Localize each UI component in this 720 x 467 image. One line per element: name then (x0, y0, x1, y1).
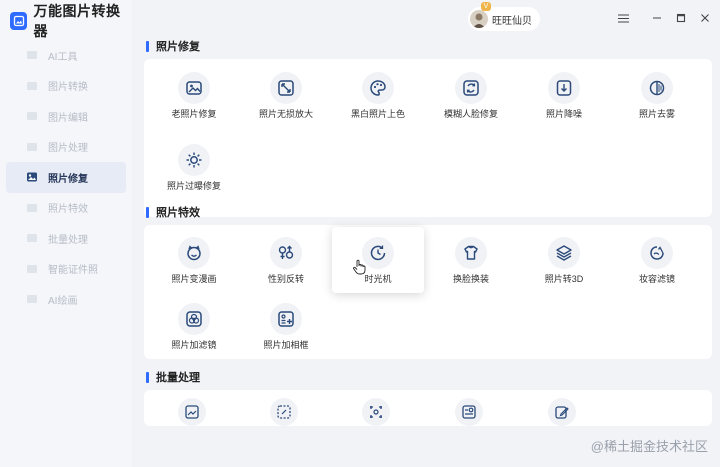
sidebar-item-label: 图片处理 (48, 143, 88, 155)
sidebar-item-id-photo[interactable]: 智能证件照 (6, 254, 126, 285)
sidebar-item-label: 图片编辑 (48, 112, 88, 124)
title-bar: 旺旺仙贝 V (132, 0, 720, 36)
section-title-photo-effects: 照片特效 (146, 204, 200, 220)
batch-icon (26, 232, 38, 244)
makeup-icon (641, 237, 673, 269)
user-profile-button[interactable]: 旺旺仙贝 (468, 7, 540, 31)
sidebar-item-label: 智能证件照 (48, 265, 98, 277)
sidebar-item-batch[interactable]: 批量处理 (6, 223, 126, 254)
app-logo-icon (10, 12, 28, 30)
sidebar-item-label: AI工具 (48, 51, 78, 63)
sidebar-item-label: 照片修复 (48, 173, 88, 185)
sidebar-item-image-process[interactable]: 图片处理 (6, 132, 126, 163)
tool-dehaze[interactable]: 照片去雾 (611, 62, 703, 128)
tool-lossless-upscale[interactable]: 照片无损放大 (240, 62, 332, 128)
sidebar-item-label: 照片特效 (48, 204, 88, 216)
tool-gender-swap[interactable]: 性别反转 (240, 227, 332, 293)
batch-edit-icon[interactable] (548, 398, 576, 426)
sidebar-item-label: 批量处理 (48, 234, 88, 246)
tool-photo-to-cartoon[interactable]: 照片变漫画 (148, 227, 240, 293)
dehaze-icon (641, 72, 673, 104)
section-title-photo-repair: 照片修复 (146, 38, 200, 54)
sidebar-item-photo-effects[interactable]: 照片特效 (6, 193, 126, 224)
clock-icon (362, 237, 394, 269)
sidebar-item-image-edit[interactable]: 图片编辑 (6, 101, 126, 132)
photo-repair-panel: 老照片修复 照片无损放大 黑白照片上色 模糊人脸修复 照片降噪 照片去雾 照片过… (144, 59, 712, 217)
section-title-batch: 批量处理 (146, 369, 200, 385)
sidebar-item-ai-paint[interactable]: AI绘画 (6, 284, 126, 315)
tool-face-outfit-swap[interactable]: 换脸换装 (425, 227, 517, 293)
frame-icon (270, 303, 302, 335)
gender-icon (270, 237, 302, 269)
tool-photo-filter[interactable]: 照片加滤镜 (148, 293, 240, 359)
image-process-icon (26, 141, 38, 153)
tool-old-photo-repair[interactable]: 老照片修复 (148, 62, 240, 128)
tool-colorize[interactable]: 黑白照片上色 (332, 62, 424, 128)
maximize-icon[interactable] (674, 11, 688, 25)
tool-face-restore[interactable]: 模糊人脸修复 (425, 62, 517, 128)
tool-time-machine[interactable]: 时光机 (332, 227, 424, 293)
sidebar-item-label: 图片转换 (48, 82, 88, 94)
sidebar: 万能图片转换器 AI工具 图片转换 图片编辑 图片处理 照片修复 照片特效 批量… (0, 0, 132, 467)
hand-cursor-icon (353, 259, 366, 275)
photo-repair-icon (26, 171, 38, 183)
vip-badge: V (481, 2, 491, 11)
exposure-icon (178, 144, 210, 176)
photo-effects-panel: 照片变漫画 性别反转 时光机 换脸换装 照片转3D 妆容滤镜 照片加滤镜 照片加… (144, 225, 712, 359)
app-title: 万能图片转换器 (10, 3, 132, 39)
watermark: @稀土掘金技术社区 (590, 439, 708, 454)
id-photo-icon (26, 263, 38, 275)
outfit-icon (455, 237, 487, 269)
batch-panel (144, 390, 712, 426)
tool-photo-to-3d[interactable]: 照片转3D (518, 227, 610, 293)
sidebar-nav: AI工具 图片转换 图片编辑 图片处理 照片修复 照片特效 批量处理 智能证件照… (6, 40, 126, 315)
tool-denoise[interactable]: 照片降噪 (518, 62, 610, 128)
ai-paint-icon (26, 293, 38, 305)
avatar (470, 10, 488, 28)
batch-crop-icon[interactable] (362, 398, 390, 426)
photo-effects-icon (26, 202, 38, 214)
image-edit-icon (26, 110, 38, 122)
image-convert-icon (26, 80, 38, 92)
denoise-icon (548, 72, 580, 104)
tool-photo-frame[interactable]: 照片加相框 (240, 293, 332, 359)
cartoon-icon (178, 237, 210, 269)
sidebar-item-photo-repair[interactable]: 照片修复 (6, 162, 126, 193)
user-name: 旺旺仙贝 (492, 15, 532, 27)
sidebar-item-image-convert[interactable]: 图片转换 (6, 71, 126, 102)
ai-tools-icon (26, 49, 38, 61)
sidebar-item-ai-tools[interactable]: AI工具 (6, 40, 126, 71)
tool-overexposure-fix[interactable]: 照片过曝修复 (148, 134, 240, 200)
face-fix-icon (455, 72, 487, 104)
old-photo-icon (178, 72, 210, 104)
main-content: 照片修复 老照片修复 照片无损放大 黑白照片上色 模糊人脸修复 照片降噪 照片去… (144, 36, 712, 426)
menu-icon[interactable] (616, 11, 630, 25)
batch-watermark-icon[interactable] (455, 398, 483, 426)
batch-image-icon[interactable] (178, 398, 206, 426)
app-name: 万能图片转换器 (33, 3, 121, 39)
close-icon[interactable] (698, 11, 712, 25)
filter-icon (178, 303, 210, 335)
expand-icon (270, 72, 302, 104)
minimize-icon[interactable] (650, 11, 664, 25)
tool-makeup-filter[interactable]: 妆容滤镜 (611, 227, 703, 293)
palette-icon (362, 72, 394, 104)
sidebar-item-label: AI绘画 (48, 295, 78, 307)
batch-resize-icon[interactable] (270, 398, 298, 426)
layers-icon (548, 237, 580, 269)
